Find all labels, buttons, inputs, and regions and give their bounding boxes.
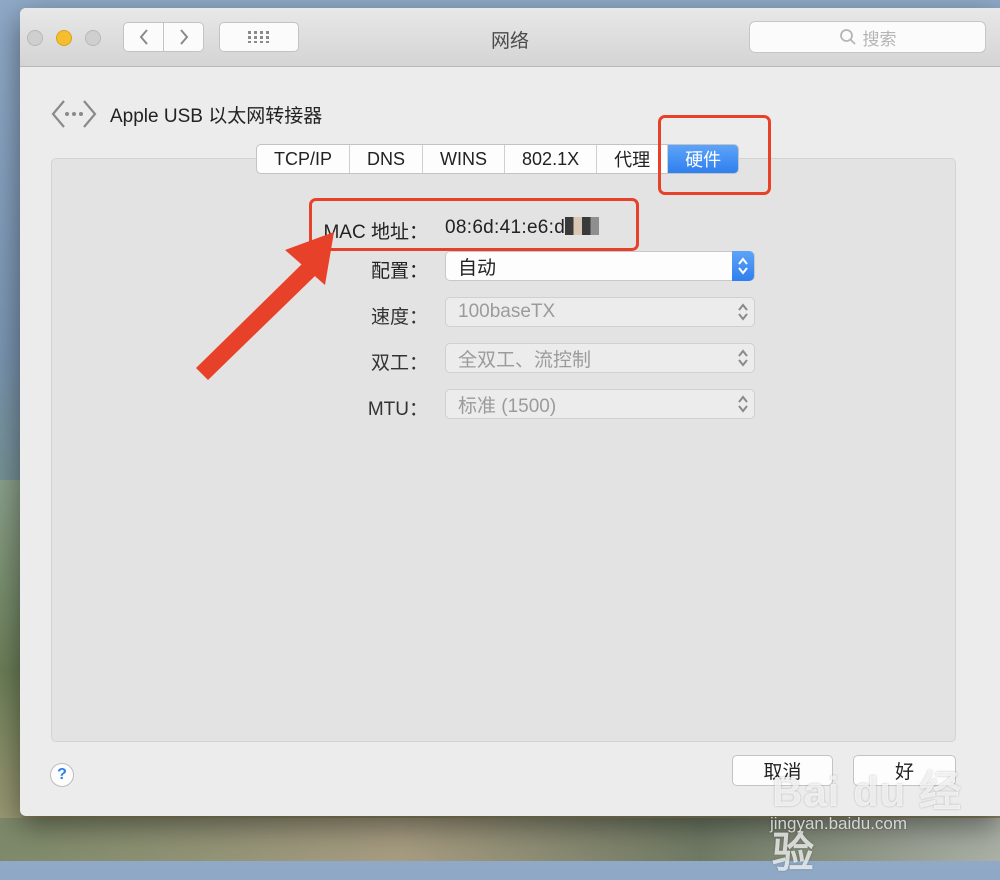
desktop-background: [0, 480, 22, 861]
network-preferences-window: 网络 搜索 Apple USB 以太网转接器 TCP/IP DNS WINS 8…: [20, 8, 1000, 816]
annotation-arrow: [196, 232, 334, 380]
desktop-background-bottom: [0, 818, 1000, 861]
